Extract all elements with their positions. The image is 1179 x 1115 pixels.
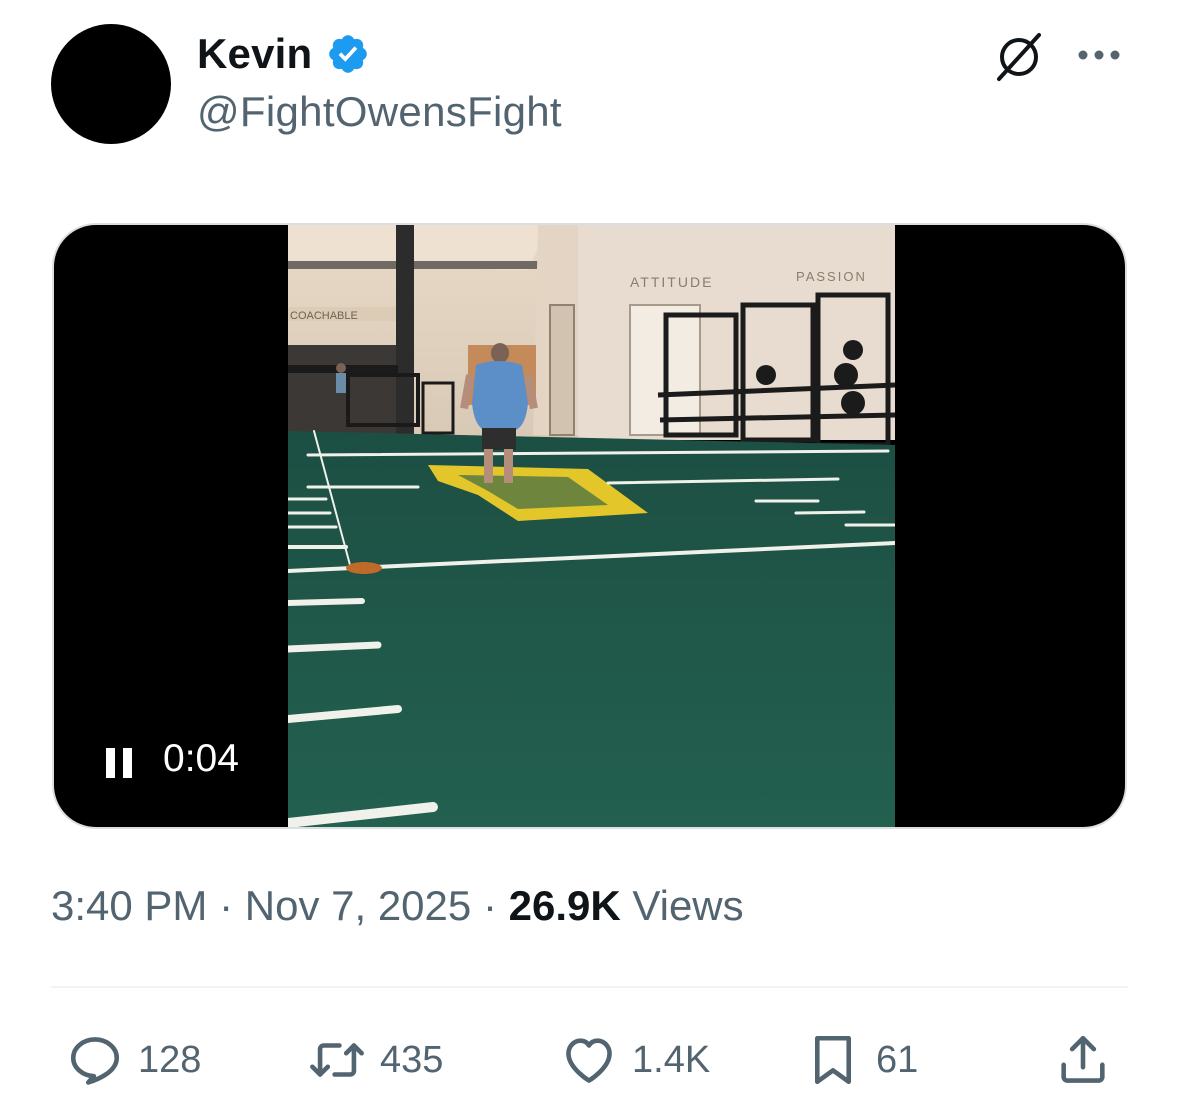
retweet-icon <box>310 1043 364 1077</box>
author-handle[interactable]: @FightOwensFight <box>197 88 562 136</box>
share-button[interactable] <box>1054 1030 1112 1090</box>
divider <box>51 986 1128 988</box>
verified-badge-icon <box>329 35 368 73</box>
pause-icon[interactable] <box>106 748 134 778</box>
reply-icon <box>70 1037 120 1085</box>
reply-count: 128 <box>138 1038 202 1081</box>
retweet-button[interactable]: 435 <box>308 1030 443 1090</box>
meta-separator-2: · <box>482 882 497 929</box>
meta-separator: · <box>219 882 234 929</box>
video-elapsed-time: 0:04 <box>163 737 239 780</box>
like-button[interactable]: 1.4K <box>560 1030 710 1090</box>
wall-sign-attitude: ATTITUDE <box>630 274 713 290</box>
tweet-date[interactable]: Nov 7, 2025 <box>245 882 472 929</box>
wall-sign-passion: PASSION <box>796 269 867 284</box>
video-player[interactable]: COACHABLE ATTITUDE PASSION 0:04 <box>52 223 1127 829</box>
share-icon <box>1061 1035 1105 1083</box>
views-count[interactable]: 26.9K <box>509 882 621 929</box>
bookmark-button[interactable]: 61 <box>804 1030 918 1090</box>
author-name-row: Kevin <box>197 28 370 80</box>
like-count: 1.4K <box>632 1038 711 1081</box>
retweet-count: 435 <box>380 1038 444 1081</box>
avatar[interactable] <box>51 24 171 144</box>
bookmark-count: 61 <box>876 1038 919 1081</box>
views-label[interactable]: Views <box>632 882 743 929</box>
grok-icon[interactable] <box>992 30 1046 84</box>
tweet-time[interactable]: 3:40 PM <box>51 882 207 929</box>
wall-sign-coachable: COACHABLE <box>290 310 358 322</box>
heart-icon <box>566 1038 612 1083</box>
video-frame[interactable]: COACHABLE ATTITUDE PASSION <box>288 225 895 829</box>
reply-button[interactable]: 128 <box>66 1030 201 1090</box>
author-name[interactable]: Kevin <box>197 30 312 78</box>
bookmark-icon <box>814 1035 852 1085</box>
more-options-icon[interactable] <box>1074 40 1124 70</box>
tweet-meta: 3:40 PM · Nov 7, 2025 · 26.9K Views <box>51 882 744 930</box>
